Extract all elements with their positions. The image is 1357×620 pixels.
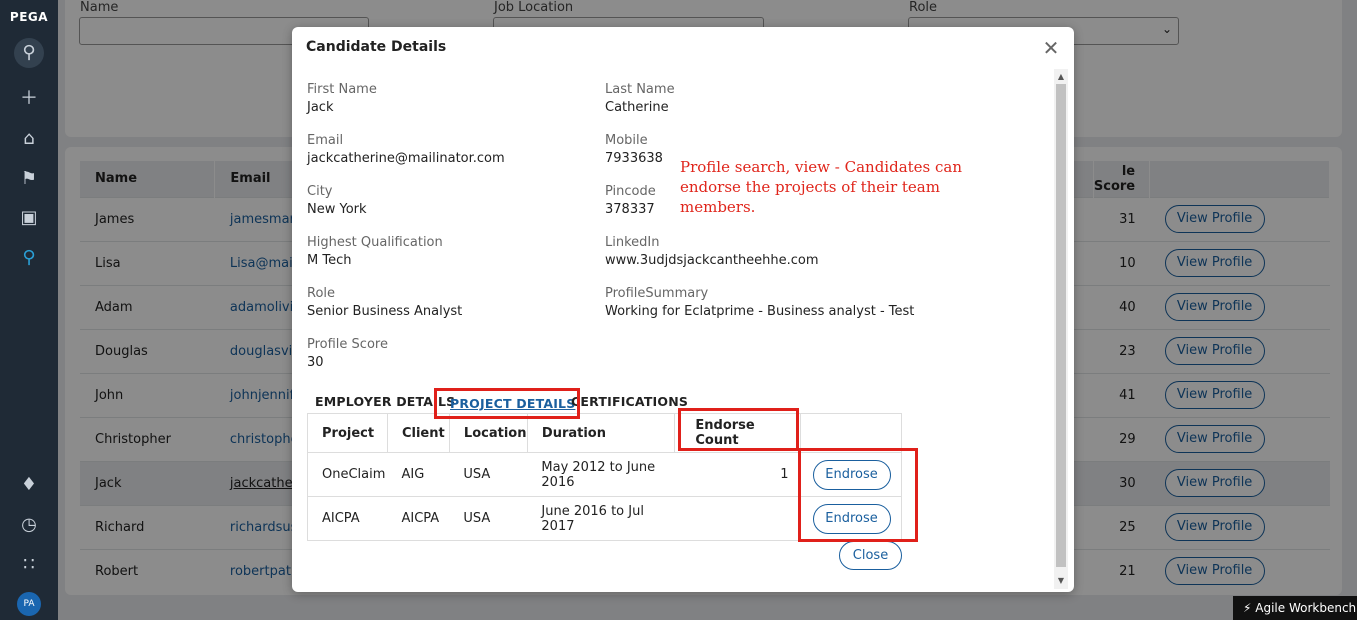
annotation-note: Profile search, view - Candidates can en…: [680, 158, 963, 216]
cell-duration: May 2012 to June 2016: [527, 452, 675, 497]
highlight-box-project-tab: [434, 388, 580, 419]
highlight-box-endorse-buttons: [798, 448, 918, 542]
field-label: City: [307, 184, 333, 199]
clock-icon[interactable]: ◷: [14, 510, 44, 540]
col-header-duration[interactable]: Duration: [527, 413, 676, 453]
cell-endorse-count: [674, 496, 801, 541]
toast-label: Agile Workbench: [1255, 601, 1357, 615]
lightning-icon: ⚡: [1243, 601, 1252, 615]
cell-client: AIG: [387, 452, 450, 497]
home-icon[interactable]: ⌂: [14, 124, 44, 154]
candidate-details-modal: Candidate Details ✕ ▲ ▼ First Name Jack …: [292, 27, 1074, 592]
briefcase-icon[interactable]: ▣: [14, 203, 44, 233]
left-nav-rail: PEGA ⚲ ＋ ⌂ ⚑ ▣ ⚲ ♦ ◷ ∷ PA: [0, 0, 58, 620]
close-icon[interactable]: ✕: [1040, 37, 1062, 59]
role-field: Role Senior Business Analyst: [307, 285, 462, 321]
cell-location: USA: [449, 452, 528, 497]
search-icon[interactable]: ⚲: [14, 38, 44, 68]
cell-location: USA: [449, 496, 528, 541]
linkedin-field: LinkedIn www.3udjdsjackcantheehhe.com: [605, 234, 819, 270]
field-label: ProfileSummary: [605, 286, 709, 301]
last-name-field: Last Name Catherine: [605, 81, 675, 117]
field-value: 7933638: [605, 151, 663, 166]
cell-client: AICPA: [387, 496, 450, 541]
field-label: Mobile: [605, 133, 648, 148]
field-label: Last Name: [605, 82, 675, 97]
field-value: Catherine: [605, 100, 669, 115]
field-value: jackcatherine@mailinator.com: [307, 151, 505, 166]
field-value: 378337: [605, 202, 655, 217]
scroll-down-arrow-icon[interactable]: ▼: [1054, 574, 1068, 588]
highlight-box-endorse-count: [678, 408, 799, 451]
field-value: www.3udjdsjackcantheehhe.com: [605, 253, 819, 268]
col-header-client[interactable]: Client: [387, 413, 450, 453]
field-label: LinkedIn: [605, 235, 660, 250]
cell-endorse-count: 1: [674, 452, 801, 497]
avatar[interactable]: PA: [17, 592, 41, 616]
field-value: New York: [307, 202, 367, 217]
cell-project: OneClaim: [307, 452, 388, 497]
plus-icon[interactable]: ＋: [14, 84, 44, 114]
qualification-field: Highest Qualification M Tech: [307, 234, 443, 270]
field-label: Profile Score: [307, 337, 388, 352]
field-label: Highest Qualification: [307, 235, 443, 250]
modal-title: Candidate Details: [306, 39, 447, 55]
city-field: City New York: [307, 183, 367, 219]
brand-logo: PEGA: [9, 10, 49, 24]
field-value: Working for Eclatprime - Business analys…: [605, 304, 915, 319]
bell-icon[interactable]: ♦: [14, 470, 44, 500]
col-header-action: [800, 413, 902, 453]
cell-duration: June 2016 to Jul 2017: [527, 496, 675, 541]
field-value: Senior Business Analyst: [307, 304, 463, 319]
email-field: Email jackcatherine@mailinator.com: [307, 132, 505, 168]
profile-summary-field: ProfileSummary Working for Eclatprime - …: [605, 285, 914, 321]
pincode-field: Pincode 378337: [605, 183, 656, 219]
field-label: Role: [307, 286, 336, 301]
cell-project: AICPA: [307, 496, 388, 541]
close-button[interactable]: Close: [839, 541, 902, 570]
field-label: First Name: [307, 82, 377, 97]
field-value: 30: [307, 355, 324, 370]
field-value: Jack: [307, 100, 334, 115]
tab-certifications[interactable]: CERTIFICATIONS: [571, 394, 688, 409]
scroll-up-arrow-icon[interactable]: ▲: [1054, 70, 1068, 84]
search-active-icon[interactable]: ⚲: [14, 243, 44, 273]
profile-score-field: Profile Score 30: [307, 336, 388, 372]
field-value: M Tech: [307, 253, 352, 268]
scrollbar-thumb[interactable]: [1056, 84, 1066, 567]
agile-workbench-toast[interactable]: ⚡ Agile Workbench: [1233, 596, 1357, 620]
col-header-location[interactable]: Location: [449, 413, 528, 453]
col-header-project[interactable]: Project: [307, 413, 388, 453]
field-label: Pincode: [605, 184, 656, 199]
first-name-field: First Name Jack: [307, 81, 377, 117]
apps-grid-icon[interactable]: ∷: [14, 550, 44, 580]
field-label: Email: [307, 133, 344, 148]
flag-icon[interactable]: ⚑: [14, 164, 44, 194]
mobile-field: Mobile 7933638: [605, 132, 663, 168]
